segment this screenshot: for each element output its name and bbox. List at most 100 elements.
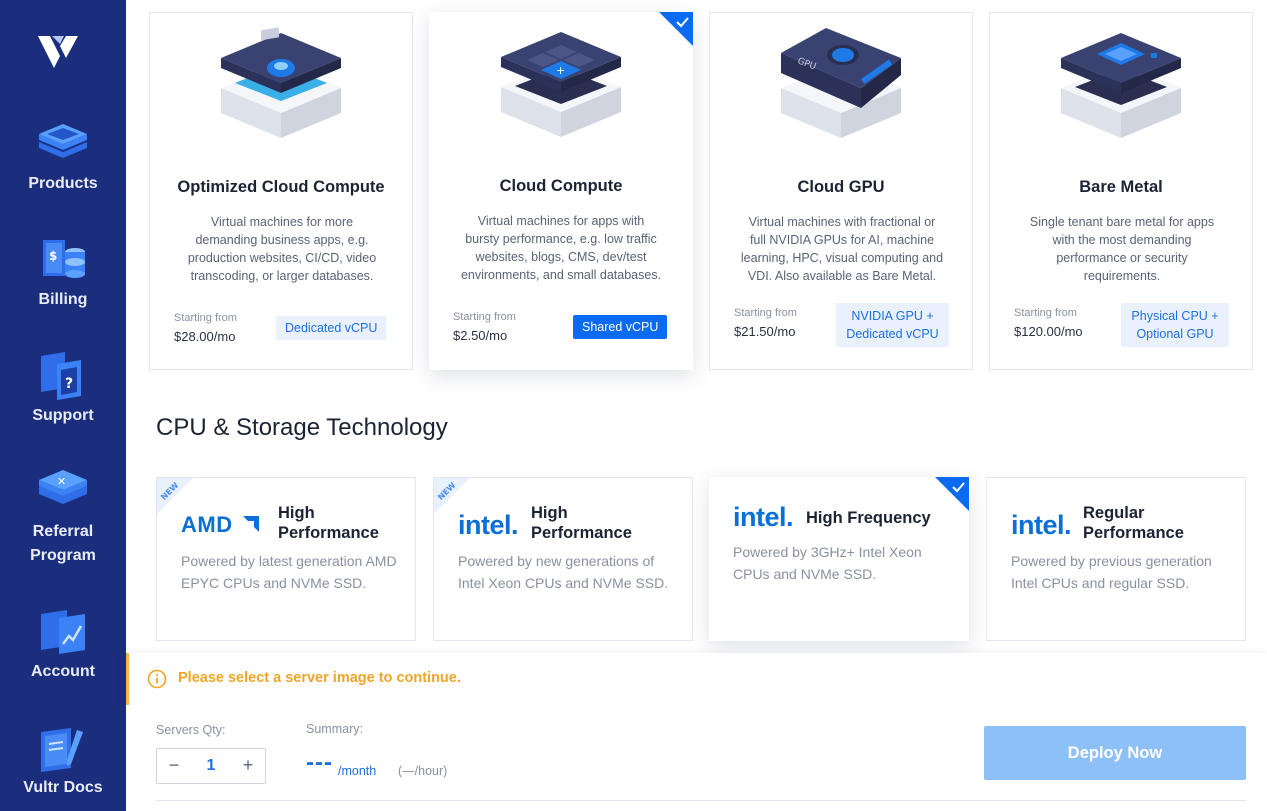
docs-icon <box>41 728 83 772</box>
warning-text: Please select a server image to continue… <box>178 670 461 686</box>
tech-name: High Frequency <box>806 509 931 527</box>
starting-from-label: Starting from <box>1014 307 1077 319</box>
sidebar-item-label: Billing <box>38 291 88 308</box>
sidebar-item-docs[interactable]: Vultr Docs <box>0 720 126 800</box>
deploy-footer: Servers Qty: − 1 + Summary: --- /month (… <box>126 705 1267 811</box>
tech-card-intel-regular-performance[interactable]: intel. Regular Performance Powered by pr… <box>986 477 1246 641</box>
starting-price: $28.00/mo <box>174 329 236 344</box>
tech-card-intel-high-performance[interactable]: NEW intel. High Performance Powered by n… <box>433 477 693 641</box>
sidebar-item-billing[interactable]: $ Billing <box>0 232 126 312</box>
divider <box>156 800 1246 801</box>
server-type-title: Optimized Cloud Compute <box>177 178 385 196</box>
svg-text:+: + <box>556 64 565 77</box>
selected-check-icon <box>935 477 969 511</box>
tech-description: Powered by 3GHz+ Intel Xeon CPUs and NVM… <box>733 544 922 582</box>
tech-name-line: Performance <box>1083 524 1184 542</box>
tech-description: Powered by latest generation AMD EPYC CP… <box>181 553 397 591</box>
amd-arrow-icon <box>243 516 259 532</box>
server-type-description: Virtual machines for apps with bursty pe… <box>460 214 662 282</box>
sidebar: Products $ Billing ? Support ✕ Referral … <box>0 0 126 811</box>
sidebar-item-products[interactable]: Products <box>0 116 126 196</box>
server-type-title: Bare Metal <box>1079 178 1163 196</box>
server-type-title: Cloud GPU <box>797 178 885 196</box>
sidebar-item-label: Products <box>28 175 98 192</box>
starting-from-label: Starting from <box>453 311 516 323</box>
bare-metal-illustration <box>1061 33 1181 138</box>
summary-per-hour: (—/hour) <box>398 764 448 778</box>
main-content: Optimized Cloud Compute Virtual machines… <box>126 0 1267 811</box>
server-type-card-cloud-gpu[interactable]: GPU Cloud GPU Virtual machines with frac… <box>709 12 973 370</box>
svg-text:$: $ <box>49 249 57 263</box>
tech-name: High Performance <box>278 503 379 543</box>
selected-check-icon <box>659 12 693 46</box>
tech-description: Powered by new generations of Intel Xeon… <box>458 553 669 591</box>
summary-per-month: /month <box>338 764 377 778</box>
info-warning-icon <box>147 669 167 689</box>
server-type-card-cloud-compute[interactable]: + Cloud Compute Virtual machines for app… <box>429 12 693 370</box>
badge-line: NVIDIA GPU + <box>851 309 934 323</box>
brand-logo: intel. <box>733 502 794 532</box>
account-icon <box>41 610 85 654</box>
starting-from-label: Starting from <box>734 307 797 319</box>
sidebar-item-referral[interactable]: ✕ Referral Program <box>0 464 126 568</box>
cloud-gpu-illustration: GPU <box>781 28 901 138</box>
cpu-type-badge: Dedicated vCPU <box>276 316 387 340</box>
summary-label: Summary: <box>306 722 363 736</box>
new-ribbon: NEW <box>157 478 193 514</box>
svg-text:✕: ✕ <box>57 475 66 488</box>
server-type-title: Cloud Compute <box>499 177 623 195</box>
cloud-compute-illustration: + <box>501 32 621 137</box>
products-icon <box>39 124 87 158</box>
badge-line: Optional GPU <box>1136 327 1214 341</box>
brand-logo: intel. <box>1011 510 1072 540</box>
tech-name: High Performance <box>531 503 632 543</box>
brand-logo: AMD <box>181 512 233 537</box>
billing-icon: $ <box>43 240 85 278</box>
new-ribbon: NEW <box>434 478 470 514</box>
badge-line: Dedicated vCPU <box>846 327 939 341</box>
tech-description: Powered by previous generation Intel CPU… <box>1011 553 1212 591</box>
tech-name-line: High <box>531 504 568 522</box>
sidebar-item-support[interactable]: ? Support <box>0 348 126 428</box>
tech-name: Regular Performance <box>1083 503 1184 543</box>
sidebar-item-label: Program <box>30 547 96 564</box>
increment-button[interactable]: + <box>231 749 265 783</box>
tech-name-line: Performance <box>278 524 379 542</box>
starting-price: $2.50/mo <box>453 328 508 343</box>
cpu-type-badge: Shared vCPU <box>573 315 668 339</box>
sidebar-item-label: Referral <box>32 523 94 540</box>
vultr-logo[interactable] <box>36 30 80 70</box>
badge-line: Physical CPU + <box>1131 309 1219 323</box>
starting-from-label: Starting from <box>174 312 237 324</box>
tech-card-amd-high-performance[interactable]: NEW AMD High Performance Powered by late… <box>156 477 416 641</box>
summary-price: --- <box>306 749 333 776</box>
cpu-type-badge: NVIDIA GPU + Dedicated vCPU <box>836 303 949 347</box>
tech-name-line: Performance <box>531 524 632 542</box>
deploy-now-button[interactable]: Deploy Now <box>984 726 1246 780</box>
decrement-button[interactable]: − <box>157 749 191 783</box>
quantity-value[interactable]: 1 <box>191 749 231 783</box>
sidebar-item-label: Vultr Docs <box>23 779 103 796</box>
referral-icon: ✕ <box>39 470 87 504</box>
section-title: CPU & Storage Technology <box>156 414 448 441</box>
brand-logo: intel. <box>458 510 519 540</box>
server-type-description: Single tenant bare metal for apps with t… <box>1029 215 1215 283</box>
server-type-card-bare-metal[interactable]: Bare Metal Single tenant bare metal for … <box>989 12 1253 370</box>
sidebar-item-account[interactable]: Account <box>0 604 126 684</box>
sidebar-item-label: Account <box>31 663 95 680</box>
svg-text:?: ? <box>65 376 73 392</box>
cpu-type-badge: Physical CPU + Optional GPU <box>1121 303 1229 347</box>
optimized-compute-illustration <box>221 27 341 138</box>
server-type-card-optimized[interactable]: Optimized Cloud Compute Virtual machines… <box>149 12 413 370</box>
tech-name-line: Regular <box>1083 504 1145 522</box>
server-type-description: Virtual machines with fractional or full… <box>740 215 944 283</box>
servers-qty-label: Servers Qty: <box>156 723 226 737</box>
starting-price: $21.50/mo <box>734 324 796 339</box>
tech-card-intel-high-frequency[interactable]: intel. High Frequency Powered by 3GHz+ I… <box>709 477 969 641</box>
starting-price: $120.00/mo <box>1014 324 1083 339</box>
quantity-stepper: − 1 + <box>156 748 266 784</box>
sidebar-item-label: Support <box>32 407 94 424</box>
tech-name-line: High <box>278 504 315 522</box>
server-type-description: Virtual machines for more demanding busi… <box>187 215 377 283</box>
support-icon: ? <box>41 352 81 400</box>
